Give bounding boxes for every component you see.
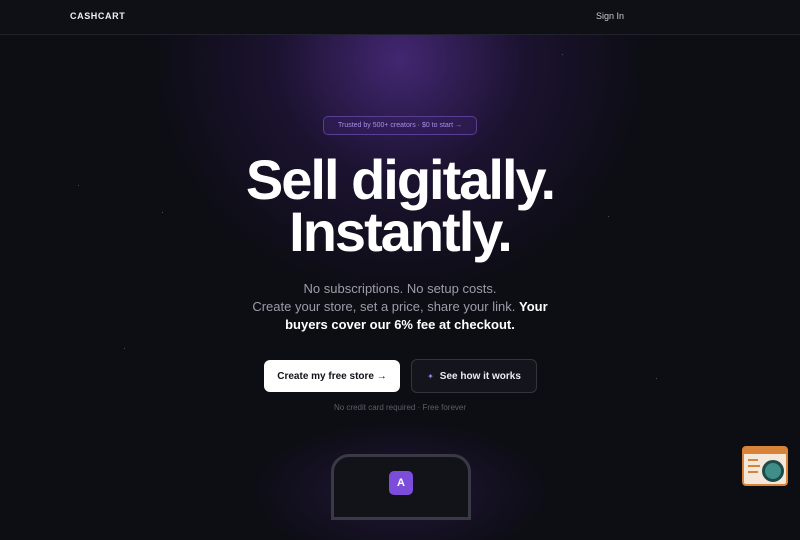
- brand-logo[interactable]: CASHCART: [70, 11, 125, 21]
- create-store-button[interactable]: Create my free store →: [264, 360, 400, 392]
- inspect-tool-line: [748, 465, 760, 467]
- background-star: [562, 54, 563, 55]
- inspect-tool-titlebar: [744, 448, 786, 454]
- sparkle-icon: ✦: [427, 371, 434, 381]
- hero-subtitle-line-1: No subscriptions. No setup costs.: [303, 281, 497, 296]
- hero-subtitle-emphasis: Your: [518, 299, 548, 314]
- background-star: [124, 348, 125, 349]
- top-navigation-bar: CASHCART Sign In: [0, 0, 800, 35]
- sign-in-link[interactable]: Sign In: [596, 11, 624, 21]
- create-store-button-label: Create my free store →: [277, 370, 387, 382]
- see-how-it-works-label: See how it works: [439, 370, 521, 382]
- background-star: [656, 378, 657, 379]
- hero-subtitle-line-2: Create your store, set a price, share yo…: [0, 298, 800, 316]
- app-icon: A: [389, 471, 413, 495]
- signup-note: No credit card required · Free forever: [333, 403, 467, 412]
- inspect-tool-icon[interactable]: [742, 446, 788, 486]
- see-how-it-works-button[interactable]: ✦ See how it works: [411, 359, 537, 393]
- inspect-tool-line: [748, 471, 758, 473]
- phone-preview: A: [331, 454, 471, 520]
- magnifier-icon: [762, 460, 784, 482]
- hero-headline-line-2: Instantly.: [289, 200, 513, 263]
- trust-badge[interactable]: Trusted by 500+ creators · $0 to start →: [323, 116, 477, 135]
- hero-subtitle-plain: Create your store, set a price, share yo…: [252, 299, 516, 314]
- hero-subtitle-line-3: buyers cover our 6% fee at checkout.: [285, 317, 515, 332]
- inspect-tool-line: [748, 459, 758, 461]
